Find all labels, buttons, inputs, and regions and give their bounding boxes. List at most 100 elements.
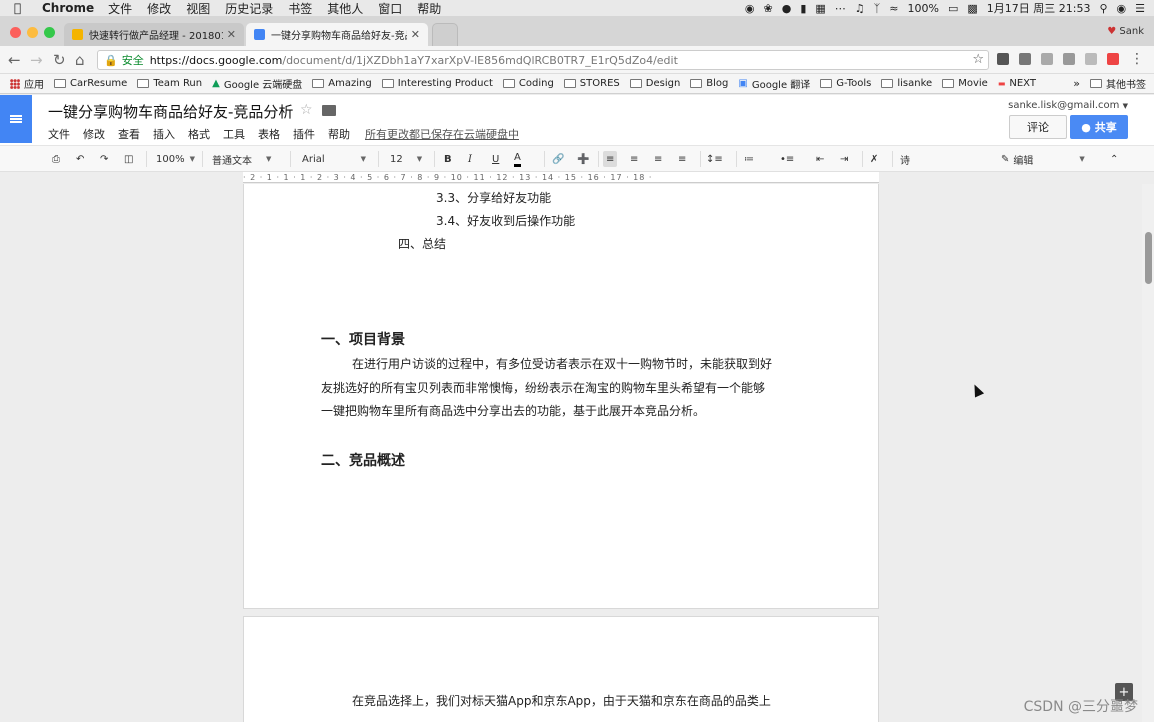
- align-center-icon[interactable]: ≡: [630, 151, 638, 167]
- docs-menu-view[interactable]: 查看: [118, 126, 140, 142]
- extension-icon[interactable]: [1107, 53, 1119, 65]
- numbered-list-icon[interactable]: ≔: [744, 151, 754, 167]
- ruler-scale[interactable]: · 2 · 1 · 1 · 1 · 2 · 3 · 4 · 5 · 6 · 7 …: [243, 172, 879, 183]
- bookmark-folder[interactable]: Team Run: [137, 78, 202, 89]
- increase-indent-icon[interactable]: ⇥: [840, 151, 848, 167]
- bookmark-link[interactable]: ▬ NEXT: [998, 78, 1036, 89]
- undo-icon[interactable]: ↶: [76, 151, 84, 167]
- line-spacing-icon[interactable]: ↕≡: [706, 151, 723, 167]
- menu-history[interactable]: 历史记录: [225, 0, 273, 17]
- butterfly-icon[interactable]: ❀: [763, 2, 772, 15]
- datetime[interactable]: 1月17日 周三 21:53: [987, 0, 1091, 16]
- zoom-select[interactable]: 100% ▼: [156, 151, 195, 167]
- forward-icon[interactable]: →: [30, 51, 43, 69]
- close-tab-icon[interactable]: ✕: [227, 28, 236, 41]
- text-color-icon[interactable]: A: [514, 151, 521, 167]
- font-select[interactable]: Arial ▼: [302, 151, 366, 167]
- decrease-indent-icon[interactable]: ⇤: [816, 151, 824, 167]
- close-window-button[interactable]: [10, 27, 21, 38]
- bookmark-link[interactable]: ▣ Google 翻译: [738, 76, 810, 91]
- extension-icon[interactable]: [997, 53, 1009, 65]
- share-button[interactable]: ● 共享: [1070, 115, 1128, 139]
- evernote-icon[interactable]: ▮: [800, 2, 806, 15]
- justify-icon[interactable]: ≡: [678, 151, 686, 167]
- minimize-window-button[interactable]: [27, 27, 38, 38]
- clear-formatting-icon[interactable]: ✗: [870, 151, 878, 167]
- bookmark-folder[interactable]: Amazing: [312, 78, 372, 89]
- grid-icon[interactable]: ▦: [815, 2, 825, 15]
- new-tab-button[interactable]: [432, 23, 458, 46]
- align-left-icon[interactable]: ≡: [603, 151, 618, 167]
- extension-icon[interactable]: [1063, 53, 1075, 65]
- more-menu-icon[interactable]: ⋮: [1130, 51, 1144, 67]
- document-page[interactable]: 在竞品选择上，我们对标天猫App和京东App，由于天猫和京东在商品的品类上: [243, 616, 879, 722]
- input-tools-icon[interactable]: 诗: [900, 151, 910, 167]
- star-icon[interactable]: ☆: [300, 102, 313, 118]
- docs-menu-file[interactable]: 文件: [48, 126, 70, 142]
- bookmark-other[interactable]: 其他书签: [1090, 76, 1146, 91]
- docs-menu-insert[interactable]: 插入: [153, 126, 175, 142]
- docs-home-icon[interactable]: [0, 95, 32, 143]
- menu-window[interactable]: 窗口: [378, 0, 402, 17]
- move-to-folder-icon[interactable]: [322, 105, 336, 116]
- bookmark-folder[interactable]: Interesting Product: [381, 78, 493, 89]
- close-tab-icon[interactable]: ✕: [411, 28, 420, 41]
- apple-icon[interactable]: : [14, 1, 32, 15]
- comments-button[interactable]: 评论: [1009, 115, 1067, 139]
- bookmark-folder[interactable]: Movie: [942, 78, 988, 89]
- bookmarks-overflow-icon[interactable]: »: [1073, 77, 1080, 90]
- align-right-icon[interactable]: ≡: [654, 151, 662, 167]
- editing-mode-select[interactable]: ✎ 编辑 ▼: [1001, 151, 1085, 167]
- app-name[interactable]: Chrome: [42, 1, 94, 15]
- print-icon[interactable]: ⎙: [52, 151, 60, 167]
- bookmark-folder[interactable]: STORES: [563, 78, 620, 89]
- tab-active[interactable]: 一键分享购物车商品给好友-竞品 ✕: [246, 23, 428, 46]
- bookmark-apps[interactable]: 应用: [10, 76, 44, 91]
- profile-button[interactable]: ♥ Sank: [1107, 26, 1144, 37]
- vertical-scrollbar[interactable]: [1142, 184, 1154, 722]
- underline-icon[interactable]: U: [492, 151, 499, 167]
- bulleted-list-icon[interactable]: •≡: [780, 151, 794, 167]
- search-icon[interactable]: ⚲: [1099, 2, 1107, 15]
- extension-icon[interactable]: [1041, 53, 1053, 65]
- style-select[interactable]: 普通文本 ▼: [212, 151, 271, 167]
- docs-menu-edit[interactable]: 修改: [83, 126, 105, 142]
- menu-view[interactable]: 视图: [186, 0, 210, 17]
- save-status[interactable]: 所有更改都已保存在云端硬盘中: [365, 126, 519, 142]
- battery-icon[interactable]: ▭: [948, 2, 958, 15]
- collapse-menu-icon[interactable]: ⌃: [1110, 151, 1118, 167]
- docs-menu-format[interactable]: 格式: [188, 126, 210, 142]
- home-icon[interactable]: ⌂: [75, 51, 85, 69]
- address-bar[interactable]: 🔒 安全 https://docs.google.com /document/d…: [97, 50, 989, 70]
- bookmark-star-icon[interactable]: ☆: [972, 52, 984, 67]
- add-comment-icon[interactable]: ➕: [577, 151, 589, 167]
- insert-link-icon[interactable]: 🔗: [552, 151, 564, 167]
- bold-icon[interactable]: B: [444, 151, 452, 167]
- notification-icon[interactable]: ☰: [1135, 2, 1145, 15]
- docs-menu-table[interactable]: 表格: [258, 126, 280, 142]
- document-page[interactable]: 3.3、分享给好友功能 3.4、好友收到后操作功能 四、总结 一、项目背景 在进…: [243, 184, 879, 609]
- qr-extension-icon[interactable]: [1019, 53, 1031, 65]
- menu-file[interactable]: 文件: [108, 0, 132, 17]
- bookmark-folder[interactable]: Design: [629, 78, 680, 89]
- account-switcher[interactable]: sanke.lisk@gmail.com ▼: [1008, 100, 1128, 111]
- bookmark-link[interactable]: ▲ Google 云端硬盘: [212, 76, 302, 91]
- docs-menu-tools[interactable]: 工具: [223, 126, 245, 142]
- docs-menu-help[interactable]: 帮助: [328, 126, 350, 142]
- menu-people[interactable]: 其他人: [327, 0, 363, 17]
- tab-inactive[interactable]: 快速转行做产品经理 - 2018011 ✕: [64, 23, 244, 46]
- bookmark-folder[interactable]: Blog: [690, 78, 728, 89]
- reload-icon[interactable]: ↻: [53, 51, 66, 69]
- paint-format-icon[interactable]: ◫: [124, 151, 133, 167]
- document-title[interactable]: 一键分享购物车商品给好友-竞品分析: [48, 101, 293, 122]
- record-icon[interactable]: ◉: [745, 2, 755, 15]
- volume-icon[interactable]: ♫: [855, 2, 865, 15]
- input-method-icon[interactable]: ▩: [967, 2, 977, 15]
- bookmark-folder[interactable]: CarResume: [54, 78, 127, 89]
- bookmark-folder[interactable]: lisanke: [881, 78, 932, 89]
- font-size-select[interactable]: 12 ▼: [390, 151, 422, 167]
- bookmark-folder[interactable]: G-Tools: [820, 78, 871, 89]
- menu-edit[interactable]: 修改: [147, 0, 171, 17]
- extension-icon[interactable]: [1085, 53, 1097, 65]
- back-icon[interactable]: ←: [8, 51, 21, 69]
